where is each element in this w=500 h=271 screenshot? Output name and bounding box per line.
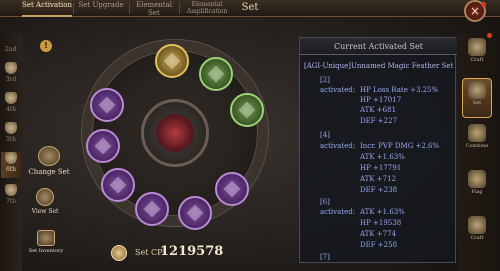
set-core bbox=[141, 99, 209, 167]
set-icon bbox=[468, 81, 486, 99]
stat-line: Incr. PVP DMG +2.6% bbox=[360, 142, 440, 150]
nav-label: Craft bbox=[470, 235, 484, 241]
tab-set-upgrade[interactable]: Set Upgrade bbox=[74, 0, 128, 17]
view-set-icon bbox=[36, 188, 54, 206]
gear-icon bbox=[186, 204, 204, 222]
tab-elemental-set[interactable]: Elemental Set bbox=[130, 0, 178, 17]
view-set-label: View Set bbox=[31, 208, 59, 215]
nav-combine[interactable]: Combine bbox=[462, 122, 492, 158]
stat-line: ATK +1.63% bbox=[360, 153, 405, 161]
equip-slot-shoulder[interactable] bbox=[90, 88, 124, 122]
activated-label: activated: bbox=[320, 208, 356, 216]
stat-line: HP +17791 bbox=[360, 164, 402, 172]
stat-line: ATK +1.63% bbox=[360, 208, 405, 216]
equip-slot-gloves[interactable] bbox=[215, 172, 249, 206]
armor-icon bbox=[5, 92, 17, 104]
nav-label: Combine bbox=[465, 143, 489, 149]
stat-line: ATK +774 bbox=[360, 230, 397, 238]
level-label: 4th bbox=[5, 106, 17, 113]
stat-line: HP +19538 bbox=[360, 219, 402, 227]
change-set-label: Change Set bbox=[28, 168, 70, 176]
activated-label: activated: bbox=[320, 86, 356, 94]
set-inventory-label: Set Inventory bbox=[28, 248, 64, 254]
nav-craft[interactable]: Craft bbox=[462, 36, 492, 72]
tab-set-activation[interactable]: Set Activation bbox=[22, 0, 72, 17]
flag-icon bbox=[468, 170, 486, 188]
set-count-6: [6] bbox=[320, 198, 330, 206]
change-set-icon bbox=[38, 146, 60, 166]
inventory-icon bbox=[37, 230, 55, 246]
tab-elemental-amplification[interactable]: Elemental Amplification bbox=[180, 0, 234, 17]
change-set-button[interactable]: Change Set bbox=[26, 146, 72, 176]
gear-icon bbox=[143, 200, 161, 218]
game-window: Set × Set Activation Set Upgrade Element… bbox=[0, 0, 500, 271]
winged-emblem-icon bbox=[156, 114, 194, 152]
set-inventory-button[interactable]: Set Inventory bbox=[26, 230, 66, 254]
set-count-4: [4] bbox=[320, 131, 330, 139]
activated-label: activated: bbox=[320, 142, 356, 150]
nav-label: Flag bbox=[471, 189, 483, 195]
level-label: 3rd bbox=[5, 76, 17, 83]
equip-slot-ring[interactable] bbox=[230, 93, 264, 127]
equip-slot-weapon[interactable] bbox=[86, 129, 120, 163]
set-count-2: [2] bbox=[320, 76, 330, 84]
armor-icon bbox=[5, 122, 17, 134]
level-label: 6th bbox=[5, 166, 17, 173]
gear-icon bbox=[223, 180, 241, 198]
nav-set[interactable]: Set bbox=[462, 78, 492, 118]
info-badge[interactable]: ! bbox=[40, 40, 52, 52]
nav-flag[interactable]: Flag bbox=[462, 168, 492, 204]
gear-icon bbox=[207, 65, 225, 83]
level-item-4th[interactable]: 4th bbox=[1, 92, 21, 118]
armor-icon bbox=[5, 152, 17, 164]
equip-slot-boots[interactable] bbox=[178, 196, 212, 230]
armor-icon bbox=[5, 184, 17, 196]
stat-line: ATK +712 bbox=[360, 175, 397, 183]
set-cp-value: 1219578 bbox=[160, 244, 224, 259]
set-count-7: [7] bbox=[320, 253, 330, 261]
level-item-7th[interactable]: 7th bbox=[1, 184, 21, 210]
equip-slot-legs[interactable] bbox=[135, 192, 169, 226]
craft-icon bbox=[468, 216, 486, 234]
combine-icon bbox=[468, 124, 486, 142]
equip-slot-helmet[interactable] bbox=[155, 44, 189, 78]
stat-line: HP Loss Rate +3.25% bbox=[360, 86, 439, 94]
gear-icon bbox=[238, 101, 256, 119]
level-label-2nd[interactable]: 2nd bbox=[5, 46, 17, 53]
set-cp-label: Set CP bbox=[135, 248, 163, 257]
level-label: 7th bbox=[5, 198, 17, 205]
anvil-icon bbox=[468, 38, 486, 56]
nav-label: Craft bbox=[470, 57, 484, 63]
combat-power-icon bbox=[111, 245, 127, 261]
nav-craft-2[interactable]: Craft bbox=[462, 214, 492, 250]
level-item-5th[interactable]: 5th bbox=[1, 122, 21, 148]
notification-dot bbox=[481, 2, 486, 7]
gear-icon bbox=[94, 137, 112, 155]
panel-title: Current Activated Set bbox=[300, 38, 457, 55]
set-name: [AGI-Unique]Unnamed Magic Feather Set bbox=[304, 62, 454, 70]
equip-slot-amulet[interactable] bbox=[199, 57, 233, 91]
armor-icon bbox=[5, 62, 17, 74]
view-set-button[interactable]: View Set bbox=[30, 188, 60, 215]
level-item-6th[interactable]: 6th bbox=[1, 152, 21, 178]
level-label: 5th bbox=[5, 136, 17, 143]
stat-line: DEF +227 bbox=[360, 117, 398, 125]
stat-line: DEF +238 bbox=[360, 186, 398, 194]
equip-slot-armor[interactable] bbox=[101, 168, 135, 202]
nav-label: Set bbox=[472, 100, 482, 106]
gear-icon bbox=[98, 96, 116, 114]
stat-line: HP +17017 bbox=[360, 96, 402, 104]
level-item-3rd[interactable]: 3rd bbox=[1, 62, 21, 88]
gear-icon bbox=[163, 52, 181, 70]
activated-set-panel: Current Activated Set [AGI-Unique]Unname… bbox=[299, 37, 457, 263]
stat-line: ATK +681 bbox=[360, 106, 397, 114]
gear-icon bbox=[109, 176, 127, 194]
stat-line: DEF +258 bbox=[360, 241, 398, 249]
